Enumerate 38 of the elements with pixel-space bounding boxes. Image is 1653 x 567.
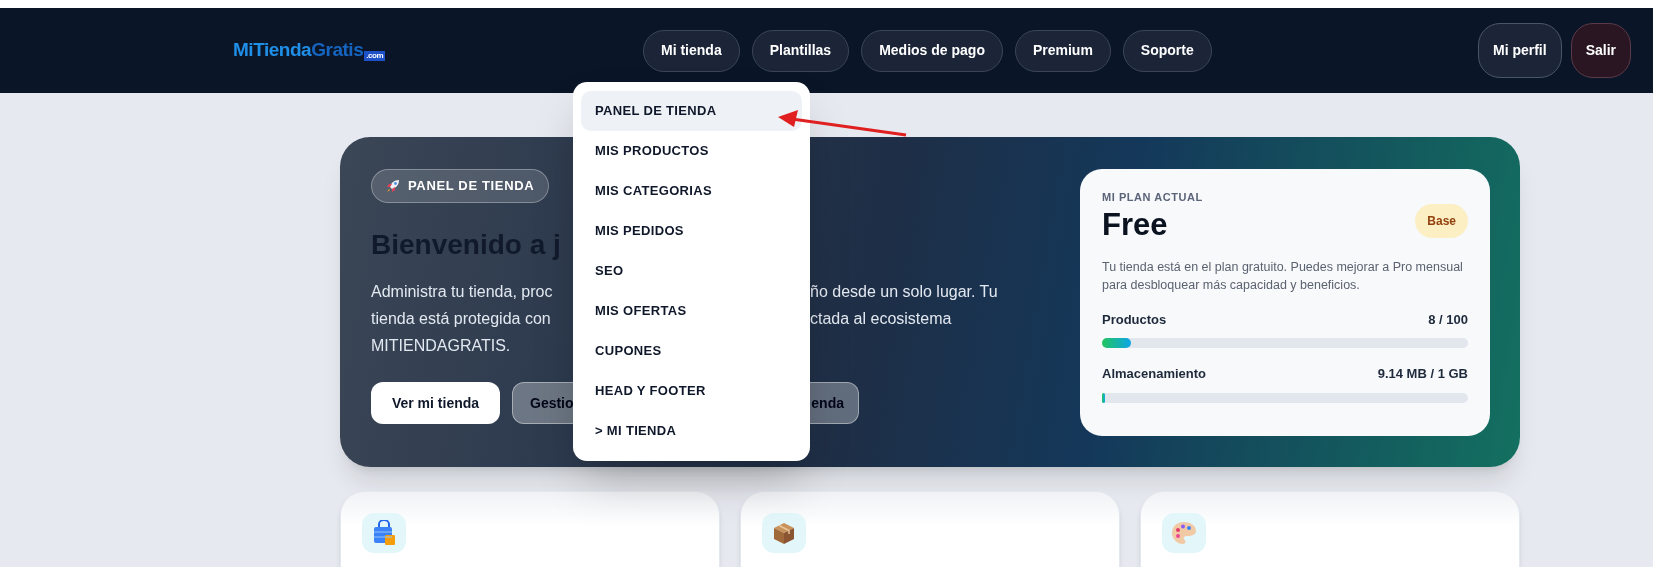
plan-description: Tu tienda está en el plan gratuito. Puedes mejorar a Pro mensual para desbloquear más capacidad y beneficios. <box>1102 258 1464 294</box>
menu-item[interactable]: SEO <box>581 251 802 291</box>
manage-button[interactable]: Gestio <box>512 382 573 424</box>
plan-eyebrow: MI PLAN ACTUAL <box>1102 190 1204 205</box>
menu-item[interactable]: MIS OFERTAS <box>581 291 802 331</box>
menu-item[interactable]: > MI TIENDA <box>581 411 802 451</box>
menu-item[interactable]: MIS PRODUCTOS <box>581 131 802 171</box>
menu-item[interactable]: HEAD Y FOOTER <box>581 371 802 411</box>
badge-label: PANEL DE TIENDA <box>408 177 535 196</box>
palette-icon <box>1171 521 1197 545</box>
nav-button[interactable]: Premium <box>1014 29 1111 72</box>
description-text: MITIENDAGRATIS. <box>371 335 512 356</box>
menu-item[interactable]: MIS CATEGORIAS <box>581 171 802 211</box>
menu-item[interactable]: CUPONES <box>581 331 802 371</box>
meter-label: Productos <box>1102 310 1167 329</box>
menu-item[interactable]: MIS PEDIDOS <box>581 211 802 251</box>
view-store-button[interactable]: Ver mi tienda <box>371 382 500 424</box>
meter-label: Almacenamiento <box>1102 365 1207 383</box>
description-text: tienda está protegida con <box>371 308 552 329</box>
nav-button[interactable]: Mi tienda <box>643 29 740 72</box>
description-text: ño desde un solo lugar. Tu <box>810 281 998 302</box>
meter-reading: 8 / 100 <box>1428 310 1468 329</box>
nav-button[interactable]: Plantillas <box>751 29 850 72</box>
box-icon <box>772 521 796 545</box>
plan-name: Free <box>1102 205 1168 244</box>
menu-item[interactable]: PANEL DE TIENDA <box>581 91 802 131</box>
rocket-icon <box>386 179 400 193</box>
nav-button[interactable]: Soporte <box>1122 29 1212 72</box>
profile-button[interactable]: Mi perfil <box>1477 23 1562 78</box>
shopping-bag-icon <box>372 520 396 546</box>
description-text: Administra tu tienda, proc <box>371 281 554 302</box>
nav-button[interactable]: Medios de pago <box>861 29 1003 72</box>
logo[interactable]: MiTiendaGratis.com <box>233 36 643 65</box>
description-text: ctada al ecosistema <box>810 308 952 329</box>
logout-button[interactable]: Salir <box>1570 23 1631 78</box>
plan-badge: Base <box>1415 203 1468 238</box>
meter-reading: 9.14 MB / 1 GB <box>1377 365 1468 383</box>
manage-button[interactable]: enda <box>810 382 859 424</box>
